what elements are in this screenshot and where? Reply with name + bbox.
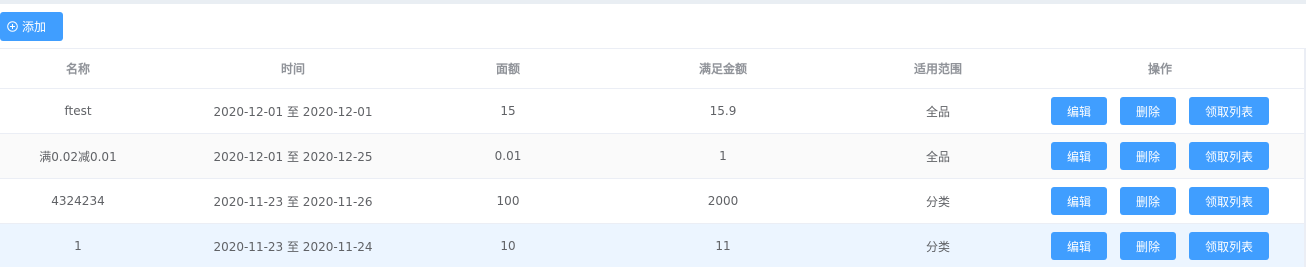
add-button-label: 添加	[22, 20, 47, 34]
cell-amount: 0.01	[430, 133, 586, 179]
cell-time: 2020-12-01 至 2020-12-01	[156, 88, 430, 134]
cell-time: 2020-11-23 至 2020-11-26	[156, 178, 430, 224]
cell-scope: 分类	[860, 178, 1016, 224]
cell-amount: 100	[430, 178, 586, 224]
cell-threshold: 2000	[586, 178, 860, 224]
cell-threshold: 11	[586, 223, 860, 267]
edit-button[interactable]: 编辑	[1051, 187, 1107, 215]
cell-name: 满0.02减0.01	[0, 133, 156, 179]
edit-button[interactable]: 编辑	[1051, 232, 1107, 260]
table-row: 满0.02减0.01 2020-12-01 至 2020-12-25 0.01 …	[0, 133, 1304, 179]
cell-amount: 10	[430, 223, 586, 267]
claim-list-button[interactable]: 领取列表	[1189, 232, 1269, 260]
cell-name: 4324234	[0, 178, 156, 224]
delete-button[interactable]: 删除	[1120, 97, 1176, 125]
column-header-scope[interactable]: 适用范围	[860, 48, 1016, 89]
delete-button[interactable]: 删除	[1120, 187, 1176, 215]
cell-name: 1	[0, 223, 156, 267]
toolbar: 添加	[0, 4, 1306, 48]
edit-button[interactable]: 编辑	[1051, 142, 1107, 170]
cell-scope: 分类	[860, 223, 1016, 267]
plus-circle-icon	[7, 21, 18, 32]
cell-scope: 全品	[860, 88, 1016, 134]
cell-scope: 全品	[860, 133, 1016, 179]
table-row: ftest 2020-12-01 至 2020-12-01 15 15.9 全品…	[0, 88, 1304, 134]
cell-actions: 编辑 删除 领取列表	[1016, 88, 1304, 134]
column-header-threshold[interactable]: 满足金额	[586, 48, 860, 89]
edit-button[interactable]: 编辑	[1051, 97, 1107, 125]
cell-threshold: 1	[586, 133, 860, 179]
cell-actions: 编辑 删除 领取列表	[1016, 223, 1304, 267]
claim-list-button[interactable]: 领取列表	[1189, 187, 1269, 215]
column-header-actions[interactable]: 操作	[1016, 48, 1304, 89]
delete-button[interactable]: 删除	[1120, 232, 1176, 260]
cell-actions: 编辑 删除 领取列表	[1016, 133, 1304, 179]
column-header-name[interactable]: 名称	[0, 48, 156, 89]
claim-list-button[interactable]: 领取列表	[1189, 97, 1269, 125]
column-header-amount[interactable]: 面额	[430, 48, 586, 89]
delete-button[interactable]: 删除	[1120, 142, 1176, 170]
cell-actions: 编辑 删除 领取列表	[1016, 178, 1304, 224]
cell-time: 2020-12-01 至 2020-12-25	[156, 133, 430, 179]
cell-name: ftest	[0, 88, 156, 134]
table-header-row: 名称 时间 面额 满足金额 适用范围 操作	[0, 48, 1304, 89]
cell-time: 2020-11-23 至 2020-11-24	[156, 223, 430, 267]
table-row: 1 2020-11-23 至 2020-11-24 10 11 分类 编辑 删除…	[0, 223, 1304, 267]
column-header-time[interactable]: 时间	[156, 48, 430, 89]
table-row: 4324234 2020-11-23 至 2020-11-26 100 2000…	[0, 178, 1304, 224]
cell-amount: 15	[430, 88, 586, 134]
cell-threshold: 15.9	[586, 88, 860, 134]
coupon-table: 名称 时间 面额 满足金额 适用范围 操作 ftest 2020-12-01 至…	[0, 48, 1304, 267]
add-button[interactable]: 添加	[0, 12, 63, 41]
claim-list-button[interactable]: 领取列表	[1189, 142, 1269, 170]
